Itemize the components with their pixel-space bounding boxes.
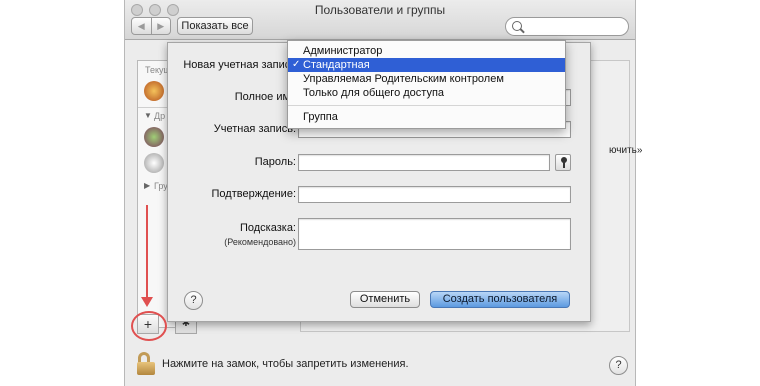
confirm-password-field[interactable] (298, 186, 571, 203)
password-hint-field[interactable] (298, 218, 571, 250)
menu-item-administrator[interactable]: Администратор (288, 44, 565, 58)
password-label: Пароль: (254, 156, 296, 168)
account-name-label: Учетная запись: (213, 123, 296, 135)
password-assistant-button[interactable] (555, 154, 571, 171)
sidebar-other-header: Др (154, 111, 166, 121)
lock-hint-text: Нажмите на замок, чтобы запретить измене… (162, 358, 409, 370)
checkmark-icon: ✓ (292, 59, 301, 70)
help-button[interactable]: ? (609, 356, 628, 375)
menu-item-standard[interactable]: ✓ Стандартная (288, 58, 565, 72)
cancel-button[interactable]: Отменить (350, 291, 420, 308)
search-field[interactable] (505, 17, 629, 36)
annotation-arrow-head (141, 297, 153, 307)
key-icon (561, 157, 567, 168)
nav-buttons: ◀ ▶ (131, 17, 171, 35)
hint-recommended-label: (Рекомендовано) (224, 237, 296, 247)
account-type-menu[interactable]: Администратор ✓ Стандартная Управляемая … (287, 40, 566, 129)
window-title: Пользователи и группы (314, 3, 446, 17)
sheet-help-button[interactable]: ? (184, 291, 203, 310)
show-all-button[interactable]: Показать все (177, 17, 253, 35)
guest-avatar[interactable] (144, 153, 164, 173)
create-user-button[interactable]: Создать пользователя (430, 291, 570, 308)
new-account-label: Новая учетная запись (183, 59, 296, 71)
menu-item-label: Стандартная (303, 59, 370, 71)
annotation-circle (131, 311, 167, 341)
disclosure-triangle-icon[interactable]: ▼ (144, 111, 152, 120)
lock-icon[interactable] (137, 352, 157, 376)
titlebar: Пользователи и группы ◀ ▶ Показать все (125, 0, 635, 40)
back-arrow-icon[interactable]: ◀ (132, 18, 152, 34)
menu-item-parental-controls[interactable]: Управляемая Родительским контролем (288, 72, 565, 86)
menu-item-group[interactable]: Группа (288, 110, 565, 124)
faded-text: ючить» (609, 145, 643, 156)
avatar[interactable] (144, 127, 164, 147)
menu-separator (288, 105, 565, 106)
avatar[interactable] (144, 81, 164, 101)
forward-arrow-icon[interactable]: ▶ (152, 18, 171, 34)
disclosure-triangle-icon[interactable]: ▶ (144, 181, 150, 190)
confirm-label: Подтверждение: (211, 188, 296, 200)
password-field[interactable] (298, 154, 550, 171)
hint-label: Подсказка: (239, 222, 296, 234)
annotation-arrow-line (146, 205, 148, 301)
menu-item-sharing-only[interactable]: Только для общего доступа (288, 86, 565, 100)
search-icon (512, 21, 522, 31)
